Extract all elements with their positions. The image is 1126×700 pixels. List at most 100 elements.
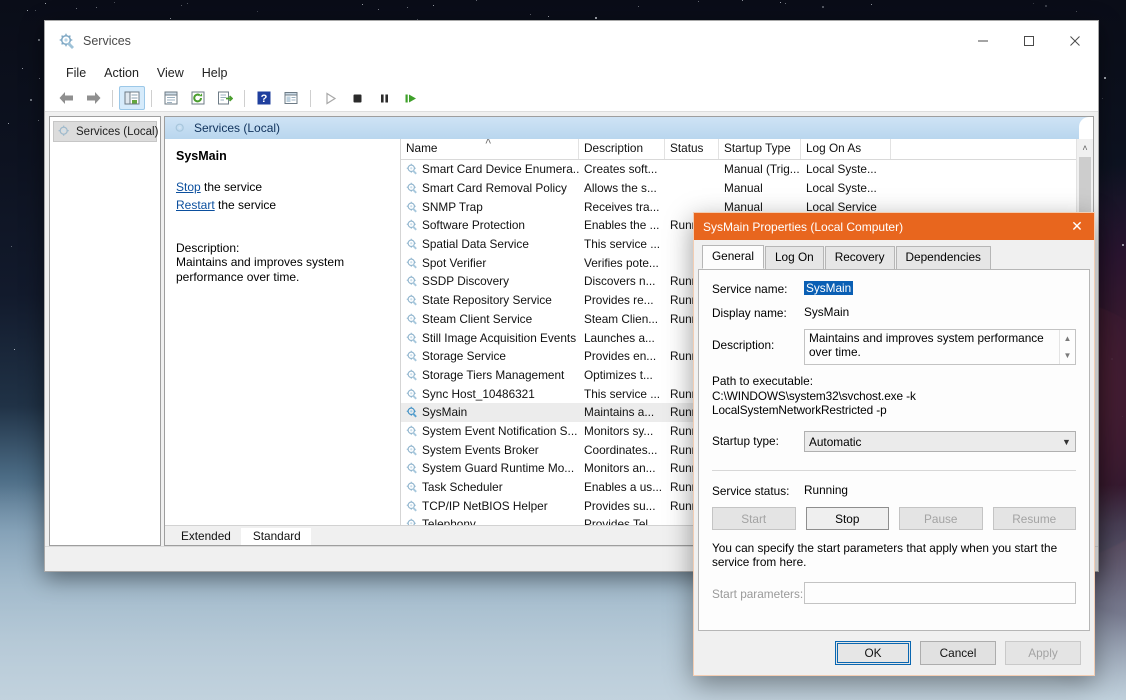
cell-description: Creates soft... — [584, 162, 658, 177]
detail-restart-action: Restart the service — [176, 198, 388, 213]
service-gear-icon — [406, 294, 418, 306]
service-name-text: SysMain — [422, 405, 468, 420]
help-icon[interactable]: ? — [251, 86, 277, 110]
star — [594, 17, 597, 20]
service-name-row: Service name: SysMain — [712, 281, 1076, 296]
service-name-text: SSDP Discovery — [422, 274, 509, 289]
service-gear-icon — [406, 462, 418, 474]
close-button[interactable] — [1052, 21, 1098, 61]
cell-log-on-as: Local Syste... — [806, 181, 877, 196]
service-gear-icon — [406, 257, 418, 269]
scroll-up-arrow-icon[interactable]: ˄ — [1082, 139, 1087, 156]
service-gear-icon — [406, 163, 418, 175]
cell-description: Enables a us... — [584, 480, 663, 495]
table-row[interactable]: Smart Card Removal Policy Allows the s...… — [401, 179, 1076, 198]
ok-button[interactable]: OK — [835, 641, 911, 665]
export-list-icon[interactable] — [212, 86, 238, 110]
dialog-footer: OK Cancel Apply — [694, 631, 1094, 675]
column-header-startup-type[interactable]: Startup Type — [719, 139, 801, 159]
service-name-text: Spatial Data Service — [422, 237, 529, 252]
cell-description: Launches a... — [584, 330, 655, 345]
pause-service-icon[interactable] — [371, 86, 397, 110]
cell-startup-type: Manual (Trig... — [724, 162, 800, 177]
start-parameters-label: Start parameters: — [712, 586, 804, 601]
display-name-row: Display name: SysMain — [712, 305, 1076, 320]
column-header-description[interactable]: Description — [579, 139, 665, 159]
back-arrow-icon[interactable] — [53, 86, 79, 110]
menu-help[interactable]: Help — [193, 63, 237, 83]
restart-service-icon[interactable] — [398, 86, 424, 110]
tab-recovery[interactable]: Recovery — [824, 246, 895, 270]
service-gear-icon — [406, 481, 418, 493]
window-titlebar: Services — [45, 21, 1098, 61]
sysmain-properties-dialog: SysMain Properties (Local Computer) ✕ Ge… — [693, 212, 1095, 676]
dialog-close-button[interactable]: ✕ — [1060, 213, 1094, 240]
column-header-status[interactable]: Status — [665, 139, 719, 159]
refresh-icon[interactable] — [185, 86, 211, 110]
cell-service-name: Still Image Acquisition Events — [401, 331, 579, 345]
results-pane-title: Services (Local) — [194, 121, 281, 135]
cell-description: Monitors an... — [584, 461, 656, 476]
star — [1044, 4, 1047, 7]
menu-file[interactable]: File — [57, 63, 95, 83]
maximize-button[interactable] — [1006, 21, 1052, 61]
tab-standard[interactable]: Standard — [240, 528, 311, 545]
cell-description: Receives tra... — [584, 199, 660, 214]
service-name-text: Storage Service — [422, 349, 506, 364]
tab-dependencies[interactable]: Dependencies — [895, 246, 991, 270]
minimize-button[interactable] — [960, 21, 1006, 61]
menu-action[interactable]: Action — [95, 63, 148, 83]
properties-icon[interactable] — [158, 86, 184, 110]
service-gear-icon — [406, 518, 418, 525]
service-gear-icon — [406, 332, 418, 344]
stop-service-link[interactable]: Stop — [176, 180, 201, 194]
description-label: Description: — [712, 338, 775, 352]
description-textarea[interactable]: Maintains and improves system performanc… — [804, 329, 1076, 365]
star — [784, 2, 786, 4]
startup-type-dropdown[interactable]: Automatic ▼ — [804, 431, 1076, 452]
service-gear-icon — [406, 182, 418, 194]
console-tree-pane: Services (Local) — [49, 116, 161, 546]
new-window-icon[interactable] — [278, 86, 304, 110]
cell-service-name: Software Protection — [401, 218, 579, 232]
tab-general[interactable]: General — [702, 245, 764, 269]
show-hide-tree-icon[interactable] — [119, 86, 145, 110]
service-name-value[interactable]: SysMain — [804, 281, 854, 295]
cancel-button[interactable]: Cancel — [920, 641, 996, 665]
menu-view[interactable]: View — [148, 63, 193, 83]
forward-arrow-icon[interactable] — [80, 86, 106, 110]
start-service-icon[interactable] — [317, 86, 343, 110]
star — [870, 4, 872, 6]
service-name-text: Storage Tiers Management — [422, 367, 565, 382]
service-name-text: State Repository Service — [422, 293, 552, 308]
tab-extended[interactable]: Extended — [169, 528, 241, 545]
restart-service-link[interactable]: Restart — [176, 198, 215, 212]
path-to-executable-value: C:\WINDOWS\system32\svchost.exe -k Local… — [712, 389, 916, 417]
toolbar: ? — [45, 85, 1098, 112]
startup-type-field-wrap: Automatic ▼ — [804, 431, 1076, 452]
star — [75, 8, 77, 10]
dialog-body: General Log On Recovery Dependencies Ser… — [694, 240, 1094, 631]
service-gear-icon — [406, 313, 418, 325]
tab-log-on[interactable]: Log On — [764, 246, 824, 270]
stop-button[interactable]: Stop — [805, 507, 889, 530]
table-row[interactable]: Smart Card Device Enumera... Creates soft… — [401, 160, 1076, 179]
tree-node-services-local[interactable]: Services (Local) — [53, 121, 158, 142]
description-scrollbar[interactable]: ▲ ▼ — [1059, 330, 1075, 364]
pause-button: Pause — [899, 507, 983, 530]
cell-description: Verifies pote... — [584, 255, 659, 270]
star — [433, 4, 435, 6]
cell-service-name: Smart Card Removal Policy — [401, 181, 579, 195]
service-name-text: Smart Card Removal Policy — [422, 181, 567, 196]
start-parameters-input[interactable] — [804, 582, 1076, 604]
service-name-text: Sync Host_10486321 — [422, 386, 535, 401]
column-header-name[interactable]: Name ˄ — [401, 139, 579, 159]
service-gear-icon — [406, 219, 418, 231]
stop-service-icon[interactable] — [344, 86, 370, 110]
column-header-log-on-as[interactable]: Log On As — [801, 139, 891, 159]
display-name-value[interactable]: SysMain — [804, 305, 1076, 319]
star — [361, 4, 363, 6]
scroll-down-arrow-icon[interactable]: ▼ — [1060, 347, 1075, 364]
star — [44, 2, 46, 4]
scroll-up-arrow-icon[interactable]: ▲ — [1060, 330, 1075, 347]
